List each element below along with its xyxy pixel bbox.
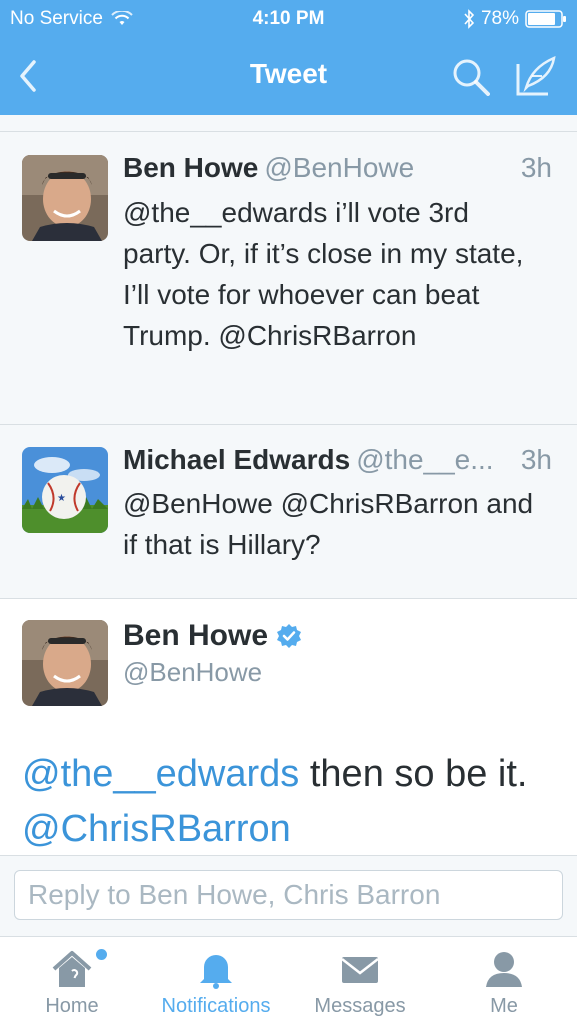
battery-icon [525,10,566,28]
author-handle[interactable]: @the__e... [356,444,493,475]
bell-icon [200,955,232,989]
tab-me[interactable]: Me [440,937,568,1024]
reply-bar [0,856,577,936]
avatar[interactable] [22,155,108,241]
author-name-row: Ben Howe [123,619,302,653]
status-bar: No Service 4:10 PM 78% [0,0,577,38]
header: No Service 4:10 PM 78% Tweet [0,0,577,115]
tab-label: Me [490,995,518,1017]
tweet-time: 3h [520,152,552,183]
tweet-text: @the__edwards then so be it. @ChrisRBarro… [22,747,562,857]
tweet-item[interactable]: Ben Howe @BenHowe 3h @the__edwards i’ll v… [0,132,577,424]
tab-bar: Home Notifications Messages Me [0,936,577,1024]
tweet-time: 3h [520,444,552,475]
home-icon [52,951,92,987]
compose-icon[interactable] [514,54,558,98]
author-name[interactable]: Ben Howe [123,152,258,183]
tweet-text: @BenHowe @ChrisRBarron and if that is Hi… [123,488,534,560]
battery-percent: 78% [480,8,519,29]
tab-label: Notifications [161,995,271,1017]
tweet-item[interactable]: ★ Michael Edwards @the__e... 3h @BenHowe … [0,425,577,598]
tab-home[interactable]: Home [8,937,136,1024]
tab-label: Messages [314,995,406,1017]
search-icon[interactable] [450,56,492,98]
avatar[interactable]: ★ [22,447,108,533]
avatar[interactable] [22,620,108,706]
bluetooth-icon [464,9,475,29]
tweet-text-body: then so be it. [299,753,528,795]
nav-bar: Tweet [0,38,577,115]
person-icon [486,952,522,987]
author-handle[interactable]: @BenHowe [123,657,262,688]
tab-notifications[interactable]: Notifications [146,937,286,1024]
envelope-icon [341,957,379,983]
author-handle[interactable]: @BenHowe [264,152,414,183]
author-name[interactable]: Ben Howe [123,619,268,653]
verified-badge-icon [277,624,302,648]
reply-input[interactable] [14,870,563,920]
mention-link[interactable]: @ChrisRBarron [22,808,291,850]
mention-link[interactable]: @the__edwards [22,753,299,795]
tweet-header: Michael Edwards @the__e... 3h [123,444,552,478]
tweet-header: Ben Howe @BenHowe 3h [123,152,552,186]
focused-tweet: Ben Howe @BenHowe @the__edwards then so … [0,599,577,855]
tab-label: Home [45,995,99,1017]
tab-messages[interactable]: Messages [296,937,424,1024]
author-name[interactable]: Michael Edwards [123,444,350,475]
tweet-text: @the__edwards i’ll vote 3rd party. Or, i… [123,197,524,351]
svg-text:★: ★ [57,493,66,504]
unread-dot [96,949,107,960]
